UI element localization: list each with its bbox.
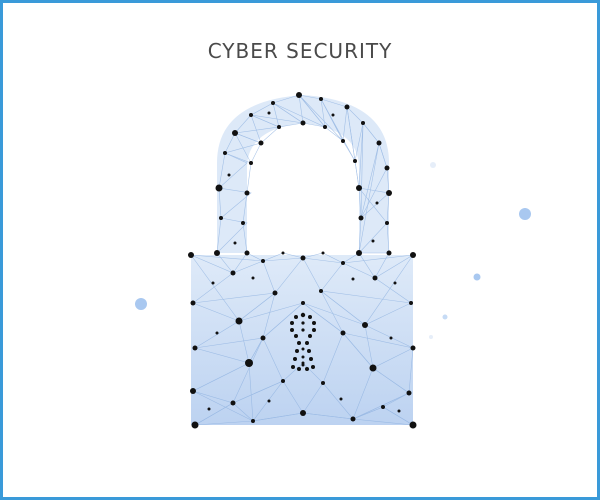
padlock-illustration — [135, 92, 531, 429]
floating-dot — [473, 273, 481, 281]
floating-dot — [135, 298, 147, 310]
floating-dot — [442, 314, 448, 320]
lock-body — [191, 255, 413, 425]
floating-dot — [430, 162, 436, 168]
floating-dot — [519, 208, 531, 220]
floating-dot — [429, 335, 433, 339]
poster-frame: CYBER SECURITY — [0, 0, 600, 500]
